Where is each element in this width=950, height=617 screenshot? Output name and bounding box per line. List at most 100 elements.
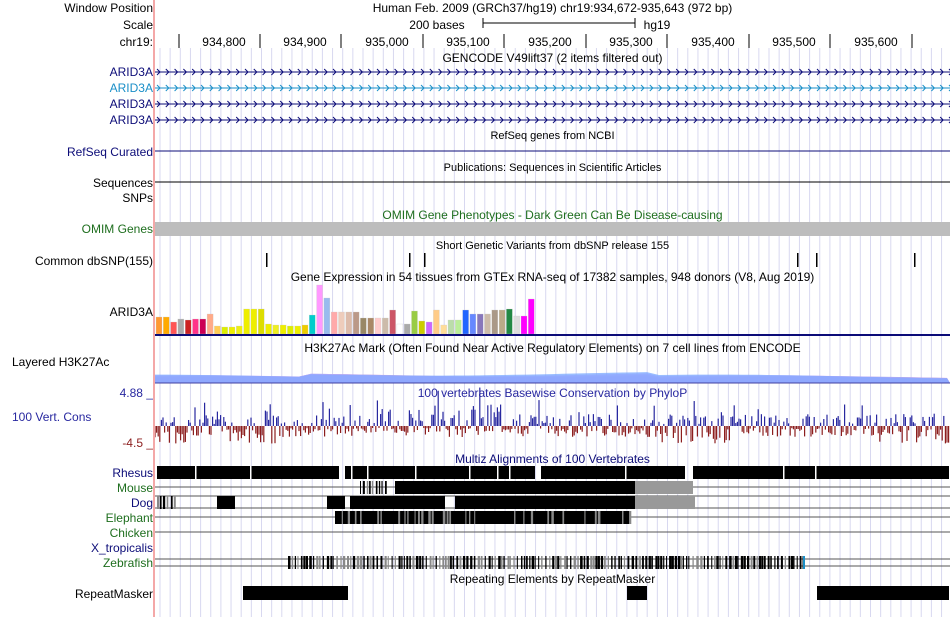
multiz-hatch-elephant	[568, 511, 570, 524]
multiz-block-zebrafish	[756, 556, 758, 569]
multiz-block-zebrafish	[419, 556, 422, 569]
multiz-hatch-elephant	[411, 511, 414, 524]
multiz-block-rhesus	[157, 466, 340, 479]
gtex-tissue-bar	[155, 316, 163, 335]
dbsnp-track-label[interactable]: Common dbSNP(155)	[0, 254, 153, 268]
multiz-block-zebrafish	[688, 556, 690, 569]
multiz-gap-rhesus	[351, 466, 353, 479]
multiz-hatch-elephant	[357, 511, 360, 524]
gtex-tissue-bar	[345, 311, 352, 335]
multiz-block-zebrafish	[305, 556, 309, 569]
gencode-item-label-2[interactable]: ARID3A	[0, 81, 153, 95]
multiz-hatch-elephant	[360, 511, 362, 524]
gtex-tissue-bar	[287, 325, 294, 335]
publications-track-label[interactable]: Sequences	[0, 176, 153, 190]
multiz-block-zebrafish	[663, 556, 665, 569]
multiz-hatch-elephant	[369, 511, 371, 524]
multiz-block-zebrafish	[560, 556, 562, 569]
multiz-block-zebrafish	[607, 556, 609, 569]
multiz-hatch-elephant	[437, 511, 440, 524]
multiz-block-zebrafish	[297, 556, 299, 569]
multiz-hatch-elephant	[584, 511, 586, 524]
multiz-block-zebrafish	[732, 556, 735, 569]
multiz-block-zebrafish	[366, 556, 369, 569]
multiz-block-zebrafish	[303, 556, 306, 569]
multiz-block-zebrafish	[627, 556, 630, 569]
multiz-block-zebrafish	[573, 556, 576, 569]
multiz-hatch-elephant	[380, 511, 382, 524]
gencode-item-label-4[interactable]: ARID3A	[0, 113, 153, 127]
refseq-track-label[interactable]: RefSeq Curated	[0, 145, 153, 159]
cons-track-label[interactable]: 100 Vert. Cons	[12, 410, 153, 424]
gtex-tissue-bar	[352, 311, 360, 335]
omim-track-label[interactable]: OMIM Genes	[0, 222, 153, 236]
gtex-tissue-bar	[214, 325, 221, 335]
gtex-tissue-bar	[309, 314, 316, 335]
multiz-block-zebrafish	[538, 556, 540, 569]
multiz-block-zebrafish	[401, 556, 403, 569]
multiz-block-zebrafish	[784, 556, 787, 569]
gtex-tissue-bar	[243, 308, 250, 335]
multiz-block-zebrafish	[570, 556, 572, 569]
gencode-item-label-1[interactable]: ARID3A	[0, 65, 153, 79]
multiz-block-zebrafish	[753, 556, 756, 569]
multiz-species-chicken[interactable]: Chicken	[0, 526, 153, 540]
h3k27ac-track-label[interactable]: Layered H3K27Ac	[12, 355, 153, 369]
multiz-block-zebrafish	[793, 556, 795, 569]
multiz-hatch-elephant	[401, 511, 403, 524]
multiz-block-zebrafish	[521, 556, 523, 569]
multiz-block-zebrafish	[425, 556, 427, 569]
multiz-block-dog	[170, 496, 173, 509]
multiz-hatch-elephant	[481, 511, 483, 524]
window-position-label: Window Position	[64, 1, 153, 15]
multiz-block-dog	[173, 496, 176, 509]
snps-track-label[interactable]: SNPs	[0, 191, 153, 205]
tracks-area[interactable]: Human Feb. 2009 (GRCh37/hg19) chr19:934,…	[155, 0, 950, 617]
multiz-block-zebrafish	[288, 556, 291, 569]
gtex-track-label[interactable]: ARID3A	[0, 305, 153, 319]
multiz-block-zebrafish	[484, 556, 486, 569]
multiz-hatch-elephant	[564, 511, 568, 524]
multiz-block-zebrafish	[439, 556, 441, 569]
multiz-block-dog	[159, 496, 162, 509]
multiz-block-zebrafish	[611, 556, 613, 569]
multiz-block-zebrafish	[671, 556, 674, 569]
gtex-tissue-bar	[170, 321, 177, 335]
multiz-hatch-elephant	[614, 511, 616, 524]
multiz-species-mouse[interactable]: Mouse	[0, 481, 153, 495]
multiz-block-zebrafish	[359, 556, 363, 569]
multiz-block-zebrafish	[557, 556, 560, 569]
gtex-tissue-bar	[338, 311, 345, 335]
multiz-block-zebrafish	[711, 556, 713, 569]
gtex-tissue-bar	[469, 313, 477, 335]
multiz-block-dog	[327, 496, 345, 509]
multiz-hatch-elephant	[468, 511, 471, 524]
multiz-block-zebrafish	[398, 556, 401, 569]
multiz-block-mouse	[362, 481, 365, 494]
multiz-block-zebrafish	[583, 556, 586, 569]
multiz-block-zebrafish	[444, 556, 447, 569]
gtex-tissue-bar	[323, 297, 331, 335]
repeatmasker-track-label[interactable]: RepeatMasker	[0, 587, 153, 601]
multiz-species-rhesus[interactable]: Rhesus	[0, 466, 153, 480]
multiz-species-dog[interactable]: Dog	[0, 496, 153, 510]
multiz-block-zebrafish	[291, 556, 294, 569]
multiz-block-zebrafish	[590, 556, 593, 569]
multiz-block-zebrafish	[384, 556, 387, 569]
multiz-block-zebrafish	[316, 556, 319, 569]
multiz-block-zebrafish	[322, 556, 324, 569]
multiz-species-xtropicalis[interactable]: X_tropicalis	[0, 541, 153, 555]
multiz-block-mouse	[369, 481, 371, 494]
multiz-species-zebrafish[interactable]: Zebrafish	[0, 556, 153, 570]
dbsnp-variant	[424, 253, 426, 267]
multiz-gap-rhesus	[195, 466, 197, 479]
gtex-tissue-bar	[163, 316, 170, 335]
gencode-item-label-3[interactable]: ARID3A	[0, 97, 153, 111]
multiz-species-elephant[interactable]: Elephant	[0, 511, 153, 525]
multiz-hatch-elephant	[527, 511, 529, 524]
multiz-block-zebrafish	[774, 556, 776, 569]
multiz-block-zebrafish	[796, 556, 798, 569]
gtex-tissue-bar	[301, 324, 309, 335]
gtex-tissue-bar	[455, 319, 462, 335]
gtex-tissue-bar	[491, 309, 498, 335]
